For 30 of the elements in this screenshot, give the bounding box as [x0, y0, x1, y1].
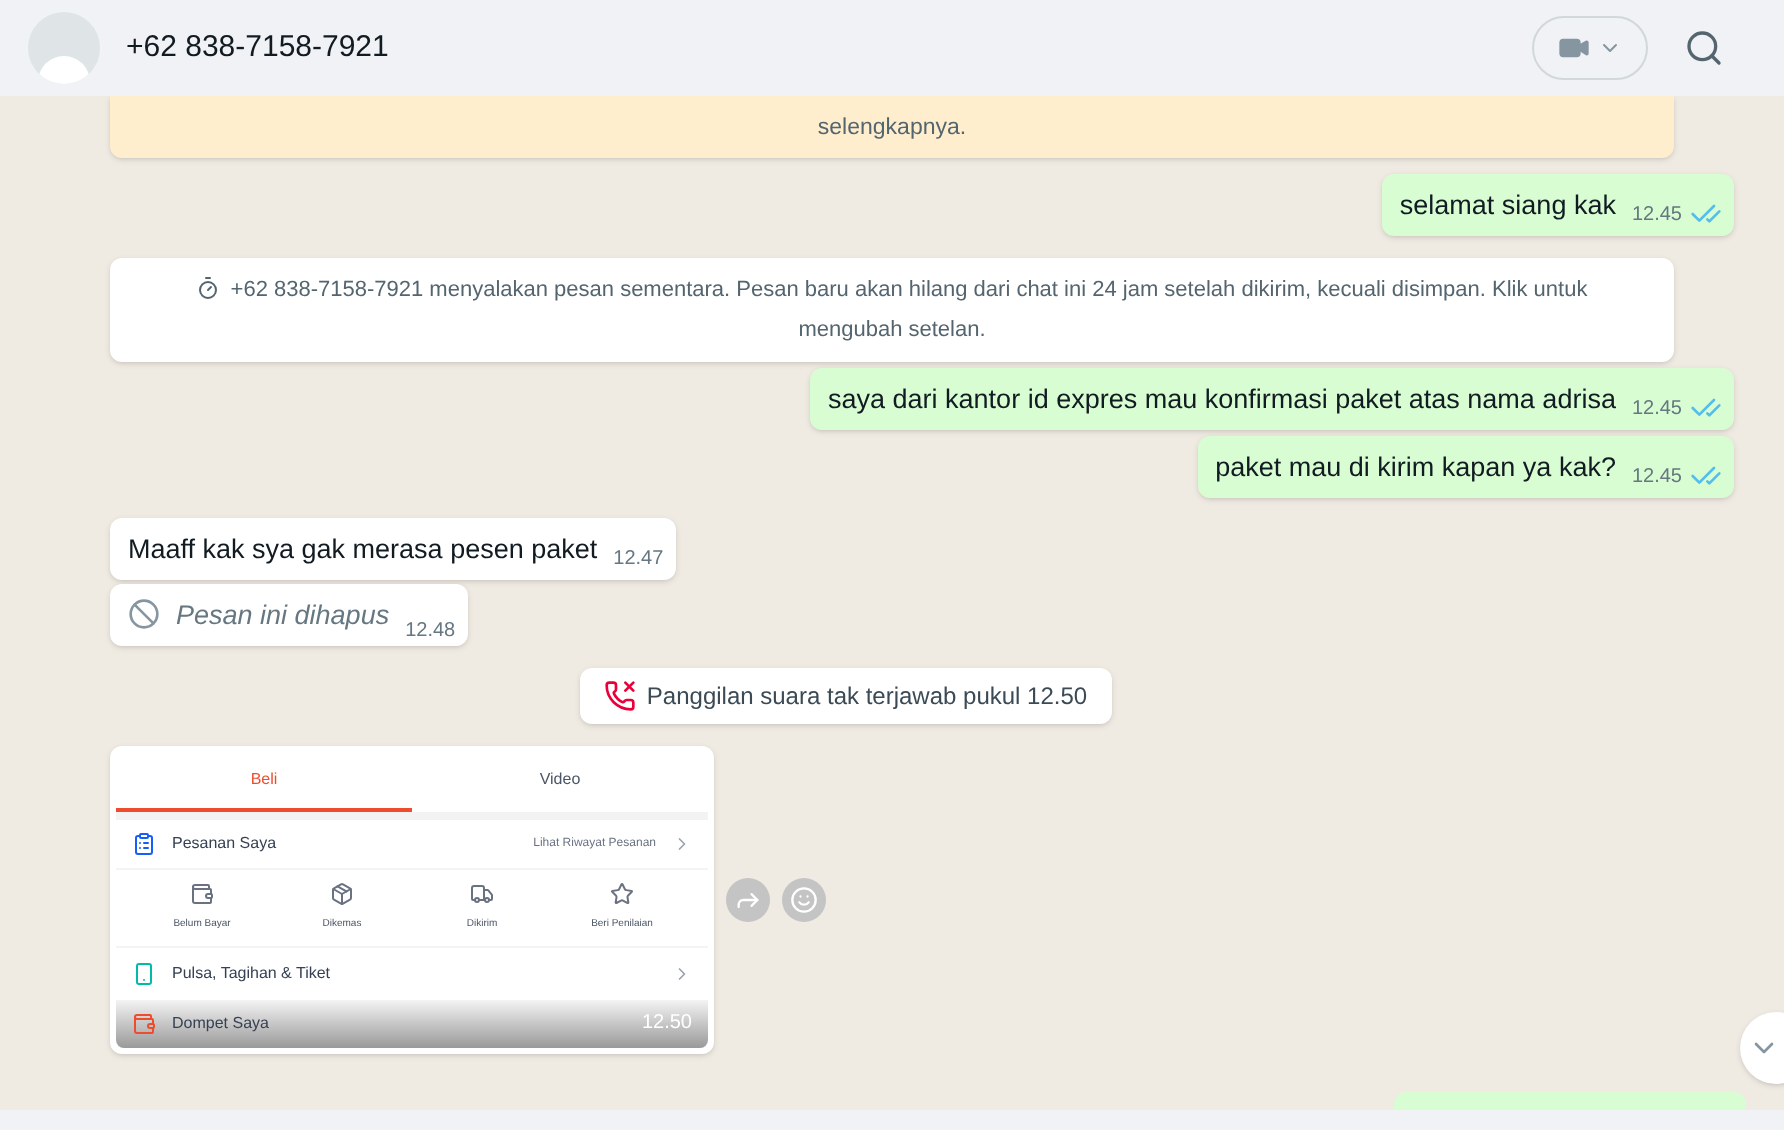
timer-icon [196, 276, 221, 301]
status-icon [190, 882, 214, 907]
outgoing-message: paket mau di kirim kapan ya kak? 12.45 [1197, 436, 1734, 499]
status-icon [610, 882, 634, 907]
app-row-title: Pulsa, Tagihan & Tiket [172, 961, 331, 986]
smiley-icon [790, 886, 818, 914]
app-row-title: Pesanan Saya [172, 832, 277, 857]
deleted-message: Pesan ini dihapus 12.48 [110, 584, 468, 647]
system-notice[interactable]: +62 838-7158-7921 menyalakan pesan sementara. Pesan baru akan hilang dari chat ini 24 jam setelah dikirim, kecuali disimpan. Klik untuk mengubah setelan. [110, 258, 1674, 363]
phone-icon [132, 961, 156, 986]
outgoing-message: saya dari kantor id expres mau konfirmasi paket atas nama adrisa 12.45 [810, 368, 1734, 431]
wallet-icon [132, 1011, 156, 1036]
forward-button[interactable] [726, 878, 770, 922]
status-icon [330, 882, 354, 907]
message-time: 12.50 [641, 1010, 692, 1039]
info-banner[interactable]: selengkapnya. [110, 96, 1674, 159]
incoming-message: Maaff kak sya gak merasa pesen paket 12.47 [110, 518, 676, 581]
deleted-icon [128, 598, 160, 631]
app-row-title: Dompet Saya [172, 1011, 269, 1036]
status-icon [470, 882, 494, 907]
video-call-button[interactable] [1532, 16, 1648, 80]
missed-call-notice: Panggilan suara tak terjawab pukul 12.50 [580, 668, 1112, 725]
missed-call-icon [604, 680, 637, 713]
clipboard-icon [132, 832, 156, 857]
search-icon[interactable] [1684, 28, 1724, 68]
react-button[interactable] [782, 878, 826, 922]
outgoing-message: selamat siang kak 12.45 [1381, 174, 1734, 237]
avatar-icon[interactable] [28, 12, 100, 84]
contact-name: +62 838-7158-7921 [126, 27, 389, 68]
app-tab-label: Video [537, 768, 583, 793]
